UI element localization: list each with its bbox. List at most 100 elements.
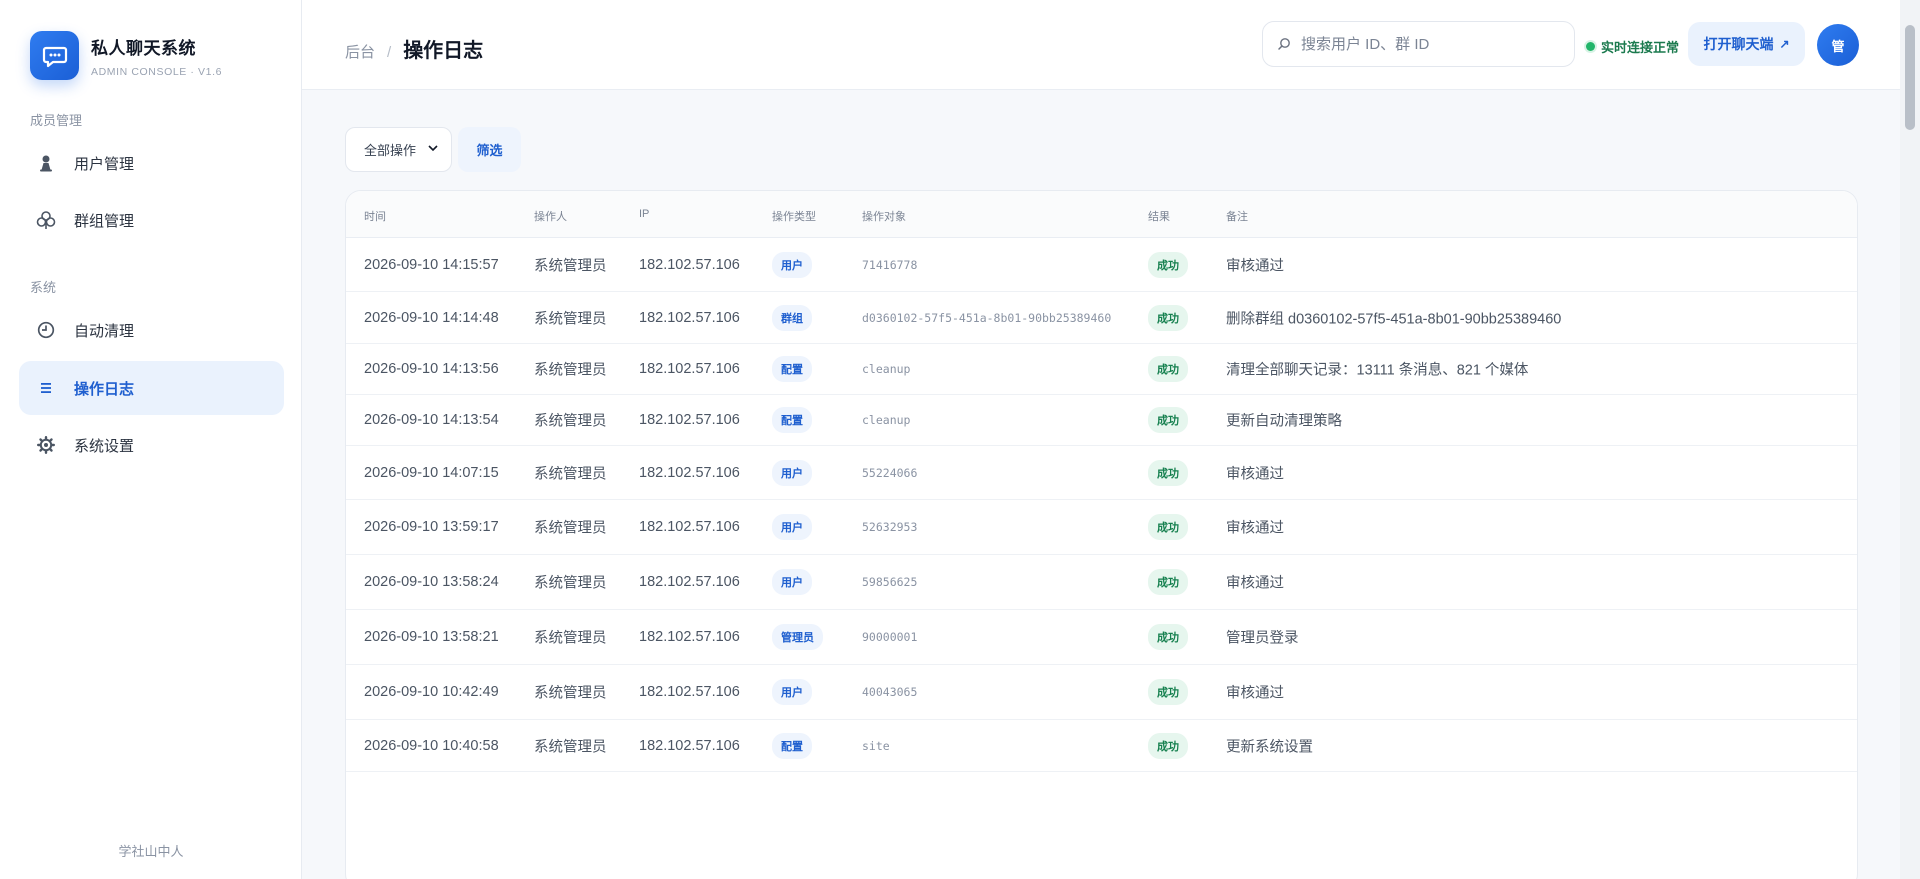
cell-type-badge: 用户 xyxy=(772,569,812,595)
cell-result-badge: 成功 xyxy=(1148,356,1188,382)
column-header: 操作人 xyxy=(534,211,567,223)
sidebar-item-users[interactable]: 用户管理 xyxy=(19,136,284,190)
cell-type-badge: 用户 xyxy=(772,679,812,705)
cell-result-badge: 成功 xyxy=(1148,304,1188,331)
cell-result-badge: 成功 xyxy=(1148,732,1188,759)
cell-ip: 182.102.57.106 xyxy=(639,309,740,326)
cell-operator: 系统管理员 xyxy=(534,575,607,592)
cell-time: 2026-09-10 13:58:21 xyxy=(364,629,499,645)
cell-target: cleanup xyxy=(862,362,911,376)
column-header: IP xyxy=(639,208,650,220)
cell-type-badge: 配置 xyxy=(772,407,812,433)
search-input[interactable] xyxy=(1301,35,1541,53)
table-row: 2026-09-10 14:14:48 系统管理员 182.102.57.106 群组… xyxy=(346,292,1857,344)
app-name: 私人聊天系统 xyxy=(91,38,196,58)
connection-status: 实时连接正常 xyxy=(1586,37,1679,56)
cell-target: 59856625 xyxy=(862,575,918,589)
sidebar-item-label: 系统设置 xyxy=(74,437,135,455)
cell-operator: 系统管理员 xyxy=(534,466,607,482)
cell-note: 删除群组 d0360102-57f5-451a-8b01-90bb2538946… xyxy=(1226,311,1562,327)
cell-result-badge: 成功 xyxy=(1148,679,1188,705)
table-row: 2026-09-10 13:58:24 系统管理员 182.102.57.106 用户… xyxy=(346,555,1857,610)
cell-target: 55224066 xyxy=(862,465,918,480)
open-chat-client-label: 打开聊天端 xyxy=(1703,36,1774,52)
sidebar-item-groups[interactable]: 群组管理 xyxy=(19,193,284,247)
chat-logo-icon xyxy=(30,31,79,80)
cell-type-badge: 用户 xyxy=(772,459,812,486)
table-body: 2026-09-10 14:15:57 系统管理员 182.102.57.106 用户… xyxy=(346,238,1857,772)
cell-target: d0360102-57f5-451a-8b01-90bb25389460 xyxy=(862,310,1112,325)
cell-result-badge: 成功 xyxy=(1148,251,1188,278)
cell-note: 清理全部聊天记录：13111 条消息、821 个媒体 xyxy=(1226,362,1529,379)
cell-ip: 182.102.57.106 xyxy=(639,684,740,700)
operation-type-select[interactable]: 全部操作 xyxy=(345,127,452,172)
cell-operator: 系统管理员 xyxy=(534,311,607,327)
table-header: 时间 操作人 IP 操作类型 操作对象 结果 备注 xyxy=(346,191,1857,238)
cell-time: 2026-09-10 14:15:57 xyxy=(364,256,499,273)
filter-button[interactable]: 筛选 xyxy=(458,127,521,172)
status-text: 实时连接正常 xyxy=(1601,40,1680,55)
open-chat-client-button[interactable]: 打开聊天端 ↗ xyxy=(1688,22,1805,66)
cell-ip: 182.102.57.106 xyxy=(639,256,740,273)
cell-time: 2026-09-10 10:42:49 xyxy=(364,684,499,700)
cell-result-badge: 成功 xyxy=(1148,407,1188,433)
sidebar-item-settings[interactable]: 系统设置 xyxy=(19,418,284,472)
cell-note: 审核通过 xyxy=(1226,258,1284,274)
column-header: 结果 xyxy=(1148,211,1170,223)
cell-ip: 182.102.57.106 xyxy=(639,361,740,377)
cell-note: 审核通过 xyxy=(1226,685,1284,702)
table-row: 2026-09-10 10:40:58 系统管理员 182.102.57.106 配置… xyxy=(346,720,1857,772)
list-icon xyxy=(36,378,56,398)
clock-icon xyxy=(36,320,56,340)
chevron-down-icon xyxy=(427,142,439,157)
column-header: 备注 xyxy=(1226,211,1248,223)
breadcrumb-separator: / xyxy=(387,44,392,61)
page-title: 操作日志 xyxy=(403,40,484,62)
column-header: 时间 xyxy=(364,211,386,223)
sidebar-item-auto-clean[interactable]: 自动清理 xyxy=(19,303,284,357)
cell-type-badge: 群组 xyxy=(772,304,812,331)
search-box[interactable] xyxy=(1262,21,1575,67)
status-dot-icon xyxy=(1586,42,1595,51)
cell-target: 40043065 xyxy=(862,685,918,699)
table-row: 2026-09-10 14:15:57 系统管理员 182.102.57.106 用户… xyxy=(346,238,1857,292)
sidebar: 私人聊天系统 ADMIN CONSOLE · V1.6 成员管理 用户管理 群组… xyxy=(0,0,302,879)
table-row: 2026-09-10 10:42:49 系统管理员 182.102.57.106 用户… xyxy=(346,665,1857,720)
page-scrollbar[interactable] xyxy=(1900,0,1920,879)
cell-operator: 系统管理员 xyxy=(534,413,607,430)
cell-time: 2026-09-10 14:13:54 xyxy=(364,412,499,428)
sidebar-item-label: 操作日志 xyxy=(74,380,135,398)
cell-type-badge: 配置 xyxy=(772,356,812,382)
table-row: 2026-09-10 13:58:21 系统管理员 182.102.57.106 管理… xyxy=(346,610,1857,665)
table-row: 2026-09-10 14:13:54 系统管理员 182.102.57.106 配置… xyxy=(346,395,1857,446)
cell-result-badge: 成功 xyxy=(1148,569,1188,595)
app-subtitle: ADMIN CONSOLE · V1.6 xyxy=(91,65,223,78)
external-link-icon: ↗ xyxy=(1779,37,1790,51)
avatar[interactable]: 管 xyxy=(1817,24,1859,66)
scrollbar-thumb[interactable] xyxy=(1905,25,1915,130)
sidebar-item-label: 群组管理 xyxy=(74,212,135,230)
gear-icon xyxy=(36,435,56,455)
cell-result-badge: 成功 xyxy=(1148,514,1188,540)
operation-log-table: 时间 操作人 IP 操作类型 操作对象 结果 备注 2026-09-10 14:15:57 系… xyxy=(345,190,1858,879)
cell-type-badge: 配置 xyxy=(772,732,812,759)
cell-note: 更新自动清理策略 xyxy=(1226,413,1342,430)
table-row: 2026-09-10 14:13:56 系统管理员 182.102.57.106 配置… xyxy=(346,344,1857,395)
cell-ip: 182.102.57.106 xyxy=(639,737,740,754)
sidebar-item-operation-log[interactable]: 操作日志 xyxy=(19,361,284,415)
nav-section-members: 成员管理 xyxy=(30,113,83,128)
cell-time: 2026-09-10 13:58:24 xyxy=(364,574,499,590)
cell-operator: 系统管理员 xyxy=(534,739,607,755)
cell-time: 2026-09-10 14:07:15 xyxy=(364,464,499,481)
cell-operator: 系统管理员 xyxy=(534,258,607,274)
cell-target: cleanup xyxy=(862,413,911,427)
cell-note: 审核通过 xyxy=(1226,520,1284,537)
cell-operator: 系统管理员 xyxy=(534,520,607,537)
sidebar-item-label: 自动清理 xyxy=(74,322,135,340)
breadcrumb-parent[interactable]: 后台 xyxy=(345,41,375,62)
cell-type-badge: 用户 xyxy=(772,514,812,540)
cell-operator: 系统管理员 xyxy=(534,362,607,379)
cell-time: 2026-09-10 14:13:56 xyxy=(364,361,499,377)
brand[interactable]: 私人聊天系统 ADMIN CONSOLE · V1.6 xyxy=(30,31,222,80)
table-row: 2026-09-10 13:59:17 系统管理员 182.102.57.106 用户… xyxy=(346,500,1857,555)
